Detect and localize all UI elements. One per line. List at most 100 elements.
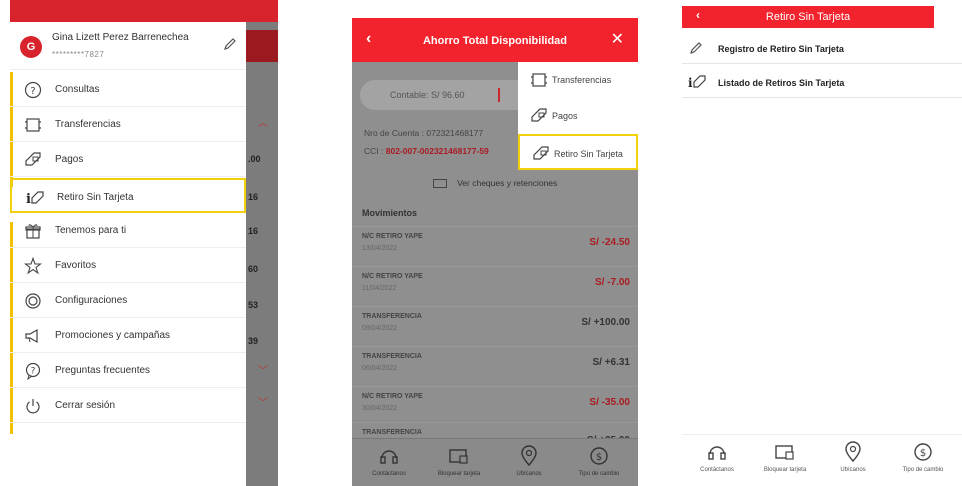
menu-item-label: Preguntas frecuentes	[55, 365, 151, 376]
navigation-drawer: G Gina Lizett Perez Barrenechea ********…	[10, 22, 246, 486]
background-value: .00	[248, 154, 261, 164]
footer-tipo-de-cambio[interactable]: $ Tipo de cambio	[888, 441, 958, 473]
list-item[interactable]: N/C RETIRO YAPE 11/04/2022 S/ -7.00	[352, 266, 638, 306]
background-page: ︿ .00 16 16 60 53 39 ﹀ ﹀	[246, 22, 278, 486]
background-value: 39	[248, 336, 259, 346]
menu-item-pagos[interactable]: Pagos	[10, 142, 246, 177]
movement-date: 11/04/2022	[362, 285, 397, 292]
movement-date: 30/04/2022	[362, 405, 398, 412]
movement-description: N/C RETIRO YAPE	[362, 233, 423, 240]
pencil-icon[interactable]	[222, 36, 238, 52]
list-item-label: Listado de Retiros Sin Tarjeta	[718, 78, 845, 88]
background-value: 53	[248, 300, 259, 310]
cci-label: CCI :	[364, 146, 384, 156]
dropdown-item-pagos[interactable]: Pagos	[518, 98, 638, 134]
list-item-listado[interactable]: i Listado de Retiros Sin Tarjeta	[682, 66, 962, 98]
footer-bloquear-tarjeta[interactable]: Bloquear tarjeta	[424, 445, 494, 477]
close-icon[interactable]: ✕	[611, 29, 624, 49]
menu-item-label: Favoritos	[55, 260, 97, 271]
transfer-icon	[25, 118, 41, 132]
svg-text:i: i	[26, 192, 31, 207]
movement-description: TRANSFERENCIA	[362, 353, 422, 360]
menu-item-configuraciones[interactable]: Configuraciones	[10, 283, 246, 318]
footer-label: Contáctanos	[372, 471, 406, 477]
footer-ubicanos[interactable]: Ubícanos	[494, 445, 564, 477]
footer-label: Contáctanos	[700, 467, 734, 473]
location-icon	[521, 445, 537, 467]
movement-description: TRANSFERENCIA	[362, 313, 422, 320]
menu-item-preguntas-frecuentes[interactable]: ? Preguntas frecuentes	[10, 353, 246, 388]
megaphone-icon	[25, 328, 38, 344]
background-value: 16	[248, 192, 259, 202]
gear-icon	[25, 293, 41, 309]
user-name: Gina Lizett Perez Barrenechea	[52, 32, 189, 43]
retiro-sin-tarjeta-screen: ‹ Retiro Sin Tarjeta Registro de Retiro …	[682, 6, 962, 480]
list-item-label: Registro de Retiro Sin Tarjeta	[718, 44, 844, 54]
menu-item-label: Retiro Sin Tarjeta	[57, 192, 134, 203]
dropdown-item-label: Retiro Sin Tarjeta	[554, 149, 623, 159]
power-icon	[26, 399, 40, 414]
footer-label: Bloquear tarjeta	[763, 467, 807, 473]
menu-item-cerrar-sesion[interactable]: Cerrar sesión	[10, 388, 246, 423]
cheque-icon	[432, 179, 447, 189]
background-header	[246, 30, 278, 62]
menu-item-consultas[interactable]: ? Consultas	[10, 72, 246, 107]
headset-icon	[708, 446, 726, 460]
chevron-down-icon: ﹀	[258, 366, 268, 377]
user-profile: G Gina Lizett Perez Barrenechea ********…	[10, 22, 246, 70]
movement-date: 13/04/2022	[362, 245, 398, 252]
movement-amount: S/ +100.00	[581, 317, 630, 328]
movement-amount: S/ +6.31	[592, 357, 630, 368]
menu-item-label: Pagos	[55, 154, 84, 165]
footer-bloquear-tarjeta[interactable]: Bloquear tarjeta	[750, 441, 820, 473]
menu-item-tenemos-para-ti[interactable]: Tenemos para ti	[10, 213, 246, 248]
menu-item-label: Cerrar sesión	[55, 400, 116, 411]
menu-item-transferencias[interactable]: Transferencias	[10, 107, 246, 142]
svg-text:?: ?	[31, 367, 36, 377]
cci-row: CCI : 802-007-002321468177-59	[364, 146, 489, 156]
cardless-withdrawal-icon: i	[688, 75, 706, 90]
menu-item-label: Configuraciones	[55, 295, 128, 306]
menu-item-label: Transferencias	[55, 119, 121, 130]
footer-contactanos[interactable]: Contáctanos	[354, 445, 424, 477]
cheques-link[interactable]: Ver cheques y retenciones	[352, 178, 638, 189]
star-icon	[24, 257, 42, 275]
dropdown-item-transferencias[interactable]: Transferencias	[518, 62, 638, 98]
list-item[interactable]: N/C RETIRO YAPE 13/04/2022 S/ -24.50	[352, 226, 638, 266]
movement-amount: S/ -35.00	[589, 397, 630, 408]
app-header: ‹ Ahorro Total Disponibilidad ✕	[352, 18, 638, 62]
footer-label: Tipo de cambio	[578, 471, 620, 477]
dropdown-item-retiro-sin-tarjeta[interactable]: Retiro Sin Tarjeta	[518, 134, 638, 170]
operations-dropdown: Transferencias Pagos Retiro Sin Tarjeta	[518, 62, 638, 170]
dropdown-item-label: Transferencias	[552, 75, 612, 85]
payments-icon	[25, 152, 41, 166]
footer-ubicanos[interactable]: Ubícanos	[818, 441, 888, 473]
footer-label: Ubícanos	[516, 471, 542, 477]
footer-contactanos[interactable]: Contáctanos	[682, 441, 752, 473]
list-item-registro[interactable]: Registro de Retiro Sin Tarjeta	[682, 32, 962, 64]
account-number: 072321468177	[426, 128, 484, 138]
list-item[interactable]: TRANSFERENCIA 09/04/2022 S/ +100.00	[352, 306, 638, 346]
list-item[interactable]: N/C RETIRO YAPE 30/04/2022 S/ -35.00	[352, 386, 638, 426]
movement-amount: S/ -24.50	[589, 237, 630, 248]
menu-item-label: Tenemos para ti	[55, 225, 127, 236]
contable-balance: Contable: S/ 96.60	[390, 90, 465, 100]
status-strip	[10, 0, 278, 22]
movement-description: N/C RETIRO YAPE	[362, 273, 423, 280]
side-menu-screen: ︿ .00 16 16 60 53 39 ﹀ ﹀ G Gina Lizett P…	[10, 0, 278, 486]
footer-tipo-de-cambio[interactable]: $ Tipo de cambio	[564, 445, 634, 477]
lock-card-icon	[775, 445, 794, 460]
list-item[interactable]: TRANSFERENCIA 06/04/2022 S/ +6.31	[352, 346, 638, 386]
movement-date: 09/04/2022	[362, 325, 398, 332]
menu-item-favoritos[interactable]: Favoritos	[10, 248, 246, 283]
footer-label: Bloquear tarjeta	[437, 471, 481, 477]
menu-item-retiro-sin-tarjeta[interactable]: i Retiro Sin Tarjeta	[10, 178, 246, 213]
footer-label: Tipo de cambio	[902, 467, 944, 473]
svg-text:i: i	[688, 76, 693, 90]
menu-item-label: Promociones y campañas	[55, 330, 171, 341]
chevron-up-icon: ︿	[258, 118, 268, 129]
account-detail-screen: ‹ Ahorro Total Disponibilidad ✕ Contable…	[352, 18, 638, 486]
menu-item-promociones[interactable]: Promociones y campañas	[10, 318, 246, 353]
movement-description: TRANSFERENCIA	[362, 429, 422, 436]
chevron-down-icon: ﹀	[258, 398, 268, 409]
